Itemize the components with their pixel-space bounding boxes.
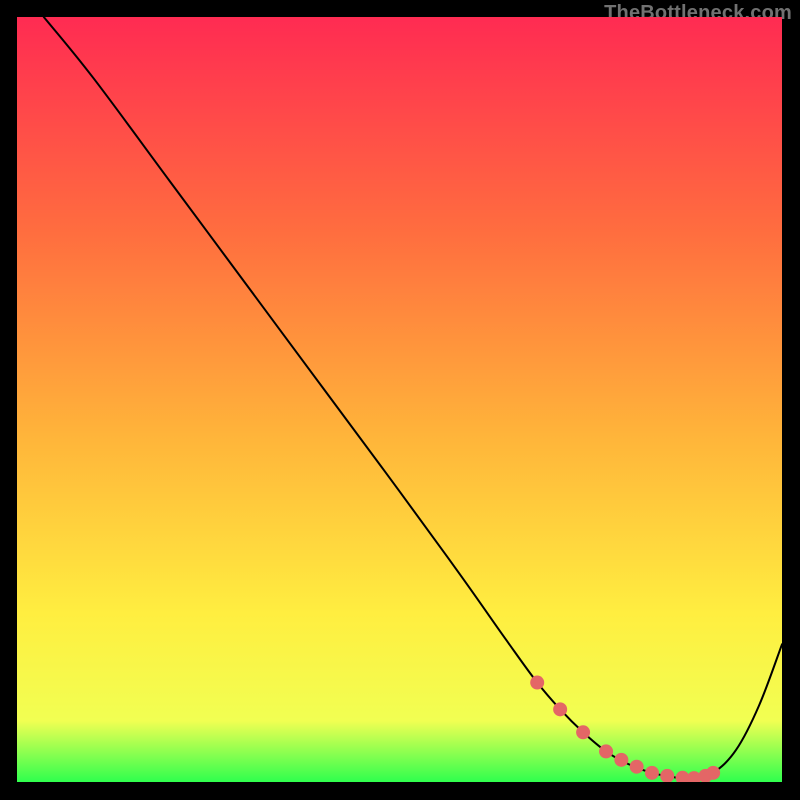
highlight-marker <box>599 744 613 758</box>
highlight-marker <box>614 753 628 767</box>
highlight-marker <box>630 760 644 774</box>
highlight-marker <box>553 702 567 716</box>
highlight-marker <box>706 766 720 780</box>
highlight-marker <box>645 766 659 780</box>
gradient-background <box>17 17 782 782</box>
chart-container: { "watermark": "TheBottleneck.com", "col… <box>0 0 800 800</box>
bottleneck-chart <box>17 17 782 782</box>
highlight-marker <box>576 725 590 739</box>
highlight-marker <box>530 676 544 690</box>
